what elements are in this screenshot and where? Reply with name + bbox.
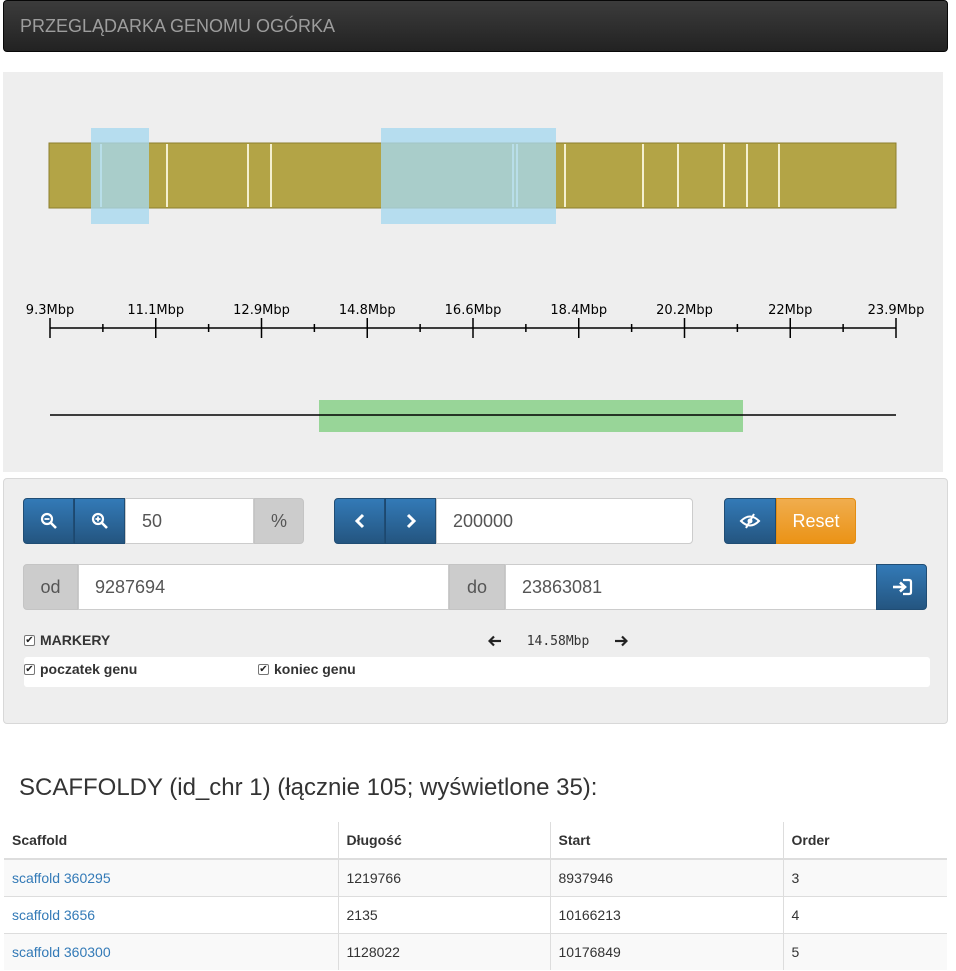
scaffold-link[interactable]: scaffold 360300 <box>12 944 111 960</box>
axis-tick-label: 16.6Mbp <box>445 303 502 318</box>
scaffold-cell: scaffold 360295 <box>4 858 338 896</box>
arrow-left-icon[interactable] <box>488 635 502 647</box>
order-cell: 4 <box>782 895 947 933</box>
span-indicator: 14.58Mbp <box>488 632 628 650</box>
eye-slash-icon <box>739 513 761 529</box>
length-cell: 1219766 <box>337 858 550 896</box>
start-cell: 8937946 <box>549 858 783 896</box>
gene-end-label: koniec genu <box>274 661 356 677</box>
toggle-visibility-button[interactable] <box>724 498 776 544</box>
table-row: scaffold 360300 1128022 10176849 5 <box>4 932 947 970</box>
step-right-button[interactable] <box>385 498 436 544</box>
axis-tick-label: 22Mbp <box>768 303 812 318</box>
zoom-unit: % <box>254 498 304 544</box>
axis-tick-label: 12.9Mbp <box>233 303 290 318</box>
control-panel: 50 % 200000 Reset od 9287694 do 23863081… <box>3 478 948 724</box>
markers-checkbox[interactable]: ✔ MARKERY <box>24 632 110 648</box>
chevron-right-icon <box>406 513 416 529</box>
axis-tick-label: 9.3Mbp <box>26 303 74 318</box>
column-header[interactable]: Długość <box>337 822 550 860</box>
step-input[interactable]: 200000 <box>436 498 693 544</box>
table-header-row: Scaffold Długość Start Order <box>4 822 947 860</box>
scaffold-link[interactable]: scaffold 360295 <box>12 870 111 886</box>
navbar: PRZEGLĄDARKA GENOMU OGÓRKA <box>3 0 948 52</box>
zoom-input[interactable]: 50 <box>125 498 254 544</box>
axis-labels: 9.3Mbp 11.1Mbp 12.9Mbp 14.8Mbp 16.6Mbp 18.4Mb… <box>26 303 925 318</box>
genome-viewer[interactable]: 9.3Mbp 11.1Mbp 12.9Mbp 14.8Mbp 16.6Mbp 18.4Mb… <box>3 72 943 472</box>
highlight-region <box>91 128 149 224</box>
scaffold-link[interactable]: scaffold 3656 <box>12 907 95 923</box>
highlight-region <box>381 128 556 224</box>
start-cell: 10176849 <box>549 932 783 970</box>
checkbox-checked-icon: ✔ <box>24 634 35 646</box>
column-header[interactable]: Scaffold <box>4 822 338 860</box>
table-row: scaffold 360295 1219766 8937946 3 <box>4 858 947 896</box>
go-button[interactable] <box>876 564 927 610</box>
marker-options: ✔ poczatek genu ✔ koniec genu <box>24 657 930 687</box>
axis-tick-label: 11.1Mbp <box>127 303 184 318</box>
zoom-out-icon <box>40 512 57 529</box>
span-value: 14.58Mbp <box>526 633 590 649</box>
genome-track-svg[interactable]: 9.3Mbp 11.1Mbp 12.9Mbp 14.8Mbp 16.6Mbp 18.4Mb… <box>3 72 943 472</box>
axis-tick-label: 14.8Mbp <box>339 303 396 318</box>
selection-region <box>319 400 743 432</box>
scaffolds-table: Scaffold Długość Start Order scaffold 36… <box>4 822 947 970</box>
sign-in-icon <box>892 578 912 596</box>
axis-tick-label: 20.2Mbp <box>656 303 713 318</box>
order-cell: 3 <box>782 858 947 896</box>
axis-tick-label: 23.9Mbp <box>868 303 925 318</box>
table-row: scaffold 3656 2135 10166213 4 <box>4 895 947 933</box>
to-label: do <box>449 564 505 610</box>
scaffolds-title: SCAFFOLDY (id_chr 1) (łącznie 105; wyświ… <box>19 774 598 801</box>
zoom-in-button[interactable] <box>74 498 125 544</box>
markers-label: MARKERY <box>40 632 111 648</box>
chevron-left-icon <box>354 513 364 529</box>
scaffold-cell: scaffold 360300 <box>4 932 338 970</box>
scaffold-cell: scaffold 3656 <box>4 895 338 933</box>
reset-button[interactable]: Reset <box>776 498 856 544</box>
start-cell: 10166213 <box>549 895 783 933</box>
order-cell: 5 <box>782 932 947 970</box>
checkbox-checked-icon: ✔ <box>258 663 269 675</box>
axis-tick-label: 18.4Mbp <box>550 303 607 318</box>
checkbox-checked-icon: ✔ <box>24 663 35 675</box>
zoom-out-button[interactable] <box>23 498 74 544</box>
to-input[interactable]: 23863081 <box>505 564 877 610</box>
length-cell: 1128022 <box>337 932 550 970</box>
arrow-right-icon[interactable] <box>614 635 628 647</box>
from-label: od <box>23 564 78 610</box>
gene-end-checkbox[interactable]: ✔ koniec genu <box>258 661 356 677</box>
step-left-button[interactable] <box>334 498 385 544</box>
column-header[interactable]: Start <box>549 822 783 860</box>
gene-start-label: poczatek genu <box>40 661 138 677</box>
zoom-in-icon <box>91 512 108 529</box>
gene-start-checkbox[interactable]: ✔ poczatek genu <box>24 661 137 677</box>
column-header[interactable]: Order <box>782 822 947 860</box>
from-input[interactable]: 9287694 <box>78 564 449 610</box>
length-cell: 2135 <box>337 895 550 933</box>
brand-title[interactable]: PRZEGLĄDARKA GENOMU OGÓRKA <box>20 16 335 37</box>
